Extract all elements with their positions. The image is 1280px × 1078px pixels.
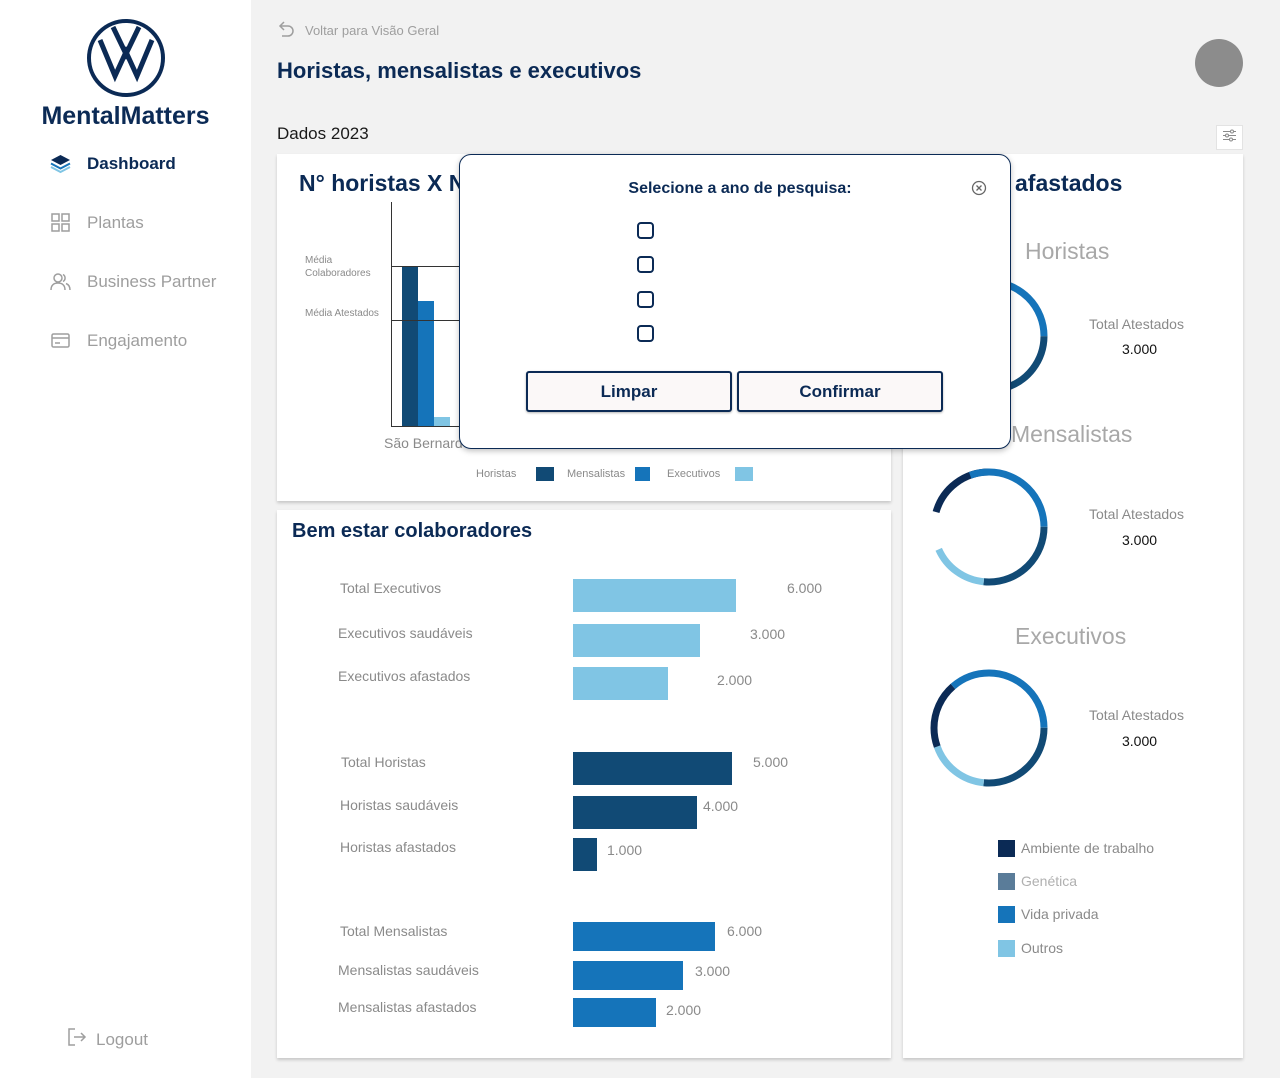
legend-label: Mensalistas	[567, 468, 626, 480]
wb-value: 3.000	[695, 963, 731, 979]
wb-label: Mensalistas saudáveis	[338, 962, 479, 978]
wellbeing-title: Bem estar colaboradores	[292, 520, 533, 542]
sidebar-item-label: Dashboard	[87, 153, 176, 173]
wb-bar	[573, 838, 597, 871]
wb-bar	[573, 579, 736, 612]
ref-line-colaboradores	[391, 266, 461, 267]
year-checkbox[interactable]	[637, 256, 654, 273]
year-select-modal: Selecione a ano de pesquisa: Limpar Conf…	[459, 154, 1011, 449]
total-atestados-value: 3.000	[1122, 341, 1158, 357]
sidebar-item-label: Plantas	[87, 212, 144, 232]
legend-swatch	[998, 906, 1015, 923]
wb-bar	[573, 624, 700, 657]
donut-title-mensalistas: Mensalistas	[1011, 421, 1133, 447]
legend-swatch	[998, 873, 1015, 890]
sidebar: MentalMatters Dashboard Plantas Business…	[0, 0, 251, 1078]
legend-label: Horistas	[476, 468, 517, 480]
wb-label: Horistas saudáveis	[340, 797, 459, 813]
back-label: Voltar para Visão Geral	[305, 23, 440, 38]
users-icon	[50, 271, 71, 292]
x-axis	[391, 426, 461, 427]
wb-value: 6.000	[787, 580, 823, 596]
ref-label-colaboradores: Média Colaboradores	[305, 255, 371, 279]
wb-bar	[573, 961, 683, 990]
total-atestados-label: Total Atestados	[1089, 707, 1184, 723]
ref-label-atestados: Média Atestados	[305, 308, 379, 319]
sidebar-item-label: Business Partner	[87, 271, 217, 291]
wb-label: Executivos afastados	[338, 668, 471, 684]
total-atestados-value: 3.000	[1122, 532, 1158, 548]
sidebar-item-plantas[interactable]: Plantas	[50, 212, 144, 233]
sidebar-item-label: Engajamento	[87, 330, 188, 350]
legend-label: Vida privada	[1021, 906, 1099, 922]
clear-button[interactable]: Limpar	[526, 371, 732, 412]
donut-title-horistas: Horistas	[1025, 238, 1110, 264]
bar-horistas	[402, 266, 418, 426]
year-checkbox[interactable]	[637, 291, 654, 308]
legend-swatch	[635, 467, 650, 481]
donut-executivos	[930, 669, 1048, 787]
grid-icon	[50, 212, 71, 233]
wb-label: Total Horistas	[341, 754, 426, 770]
wb-value: 3.000	[750, 626, 786, 642]
total-atestados-label: Total Atestados	[1089, 506, 1184, 522]
wb-value: 2.000	[717, 672, 753, 688]
wb-value: 4.000	[703, 798, 739, 814]
close-icon[interactable]	[971, 180, 987, 196]
back-arrow-icon	[277, 20, 295, 41]
legend-swatch	[536, 467, 554, 481]
donut-mensalistas	[930, 468, 1048, 586]
logout-icon	[66, 1026, 88, 1053]
legend-swatch	[998, 840, 1015, 857]
wb-bar	[573, 796, 697, 829]
vw-logo	[87, 19, 165, 97]
category-label: São Bernard	[384, 435, 463, 451]
wb-bar	[573, 752, 732, 785]
wb-label: Mensalistas afastados	[338, 999, 477, 1015]
confirm-button[interactable]: Confirmar	[737, 371, 943, 412]
sidebar-item-business-partner[interactable]: Business Partner	[50, 271, 216, 292]
filter-button[interactable]	[1216, 125, 1243, 150]
year-checkbox[interactable]	[637, 325, 654, 342]
logout-button[interactable]: Logout	[66, 1026, 148, 1053]
wb-value: 2.000	[666, 1002, 702, 1018]
year-label: Dados 2023	[277, 124, 369, 143]
page-title: Horistas, mensalistas e executivos	[277, 58, 642, 83]
wb-bar	[573, 667, 668, 700]
legend-label: Ambiente de trabalho	[1021, 840, 1155, 856]
chart-title: N° horistas X N	[299, 170, 466, 196]
wb-label: Total Executivos	[340, 580, 442, 596]
modal-title: Selecione a ano de pesquisa:	[628, 180, 852, 197]
wb-label: Horistas afastados	[340, 839, 456, 855]
y-axis	[391, 202, 392, 427]
legend-swatch	[735, 467, 753, 481]
card-icon	[50, 330, 71, 351]
legend-swatch	[998, 940, 1015, 957]
wb-bar	[573, 998, 656, 1027]
wb-label: Executivos saudáveis	[338, 625, 473, 641]
wb-label: Total Mensalistas	[340, 923, 448, 939]
wb-value: 6.000	[727, 923, 763, 939]
logout-label: Logout	[96, 1029, 148, 1049]
legend-label: Genética	[1021, 873, 1078, 889]
bar-executivos	[434, 417, 450, 426]
donut-title-executivos: Executivos	[1015, 623, 1127, 649]
sidebar-item-dashboard[interactable]: Dashboard	[50, 153, 176, 174]
layers-icon	[50, 153, 71, 174]
total-atestados-value: 3.000	[1122, 733, 1158, 749]
total-atestados-label: Total Atestados	[1089, 316, 1184, 332]
legend-label: Outros	[1021, 940, 1064, 956]
ref-line-atestados	[391, 320, 461, 321]
sliders-icon	[1222, 129, 1237, 147]
wb-bar	[573, 922, 715, 951]
wb-value: 1.000	[607, 842, 643, 858]
brand-name: MentalMatters	[41, 102, 210, 130]
back-link[interactable]: Voltar para Visão Geral	[277, 20, 439, 41]
sidebar-item-engajamento[interactable]: Engajamento	[50, 330, 187, 351]
year-checkbox[interactable]	[637, 222, 654, 239]
wb-value: 5.000	[753, 754, 789, 770]
avatar[interactable]	[1195, 39, 1243, 87]
legend-label: Executivos	[667, 468, 721, 480]
afastados-title: afastados	[1015, 170, 1123, 196]
